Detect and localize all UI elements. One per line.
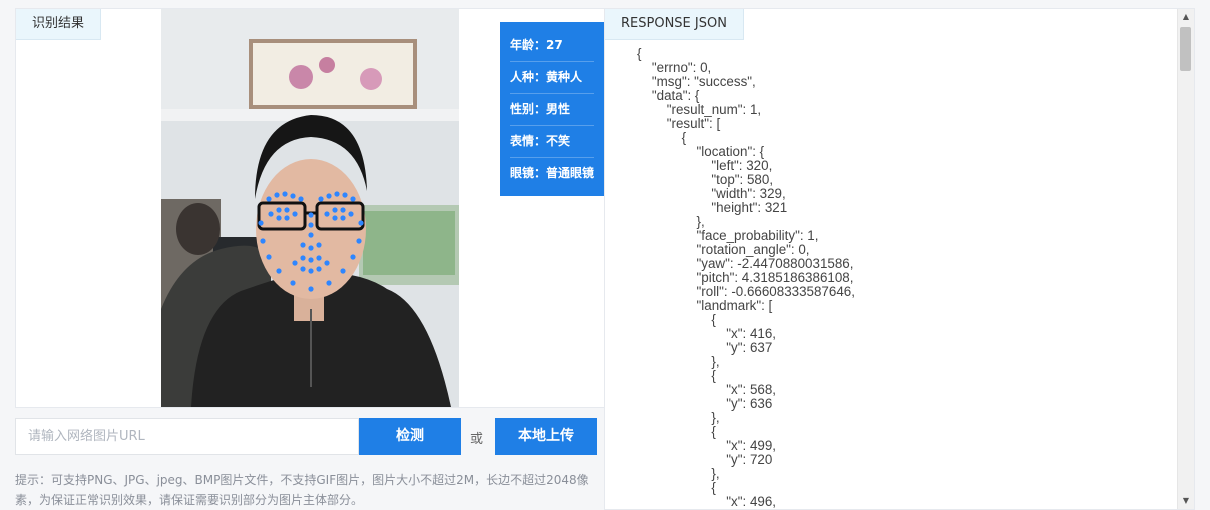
attr-race-value: 黄种人 — [546, 70, 583, 84]
landmark-dot — [358, 220, 364, 226]
landmark-dot — [308, 268, 314, 274]
image-url-input[interactable] — [15, 418, 359, 455]
landmark-dot — [276, 215, 282, 221]
attr-race-label: 人种 — [510, 70, 535, 84]
landmark-dot — [300, 242, 306, 248]
scrollbar-thumb[interactable] — [1180, 27, 1191, 71]
landmark-dot — [298, 196, 304, 202]
attr-age-label: 年龄 — [510, 38, 535, 52]
attr-glasses: 眼镜：普通眼镜 — [510, 166, 595, 180]
landmark-dot — [284, 207, 290, 213]
attr-gender-value: 男性 — [546, 102, 571, 116]
response-json-panel: RESPONSE JSON { "errno": 0, "msg": "succ… — [604, 8, 1195, 510]
landmark-dot — [258, 220, 264, 226]
landmark-dot — [276, 207, 282, 213]
landmark-dot — [300, 255, 306, 261]
landmark-dot — [292, 211, 298, 217]
local-upload-button[interactable]: 本地上传 — [495, 418, 597, 455]
landmark-dot — [308, 257, 314, 263]
landmark-dot — [326, 280, 332, 286]
landmark-dot — [324, 211, 330, 217]
landmark-dot — [268, 211, 274, 217]
landmark-dot — [266, 196, 272, 202]
landmark-dot — [342, 192, 348, 198]
landmark-dot — [274, 192, 280, 198]
attr-glasses-value: 普通眼镜 — [546, 166, 595, 180]
landmark-dot — [316, 266, 322, 272]
landmark-dot — [308, 286, 314, 292]
landmark-dot — [308, 222, 314, 228]
json-viewer[interactable]: { "errno": 0, "msg": "success", "data": … — [605, 47, 1178, 509]
landmark-dot — [282, 191, 288, 197]
response-json-tag: RESPONSE JSON — [605, 9, 744, 40]
result-tag: 识别结果 — [16, 9, 102, 40]
attributes-box: 年龄：27 人种：黄种人 性别：男性 表情：不笑 眼镜：普通眼镜 — [500, 22, 604, 196]
landmark-dot — [260, 238, 266, 244]
landmark-dot — [316, 255, 322, 261]
landmark-dot — [290, 193, 296, 199]
landmark-dot — [318, 196, 324, 202]
attr-expression: 表情：不笑 — [510, 126, 594, 158]
landmark-dot — [340, 207, 346, 213]
landmark-dot — [324, 260, 330, 266]
attr-gender-label: 性别 — [510, 102, 535, 116]
landmark-dot — [290, 280, 296, 286]
attr-age: 年龄：27 — [510, 30, 594, 62]
scroll-down-icon[interactable]: ▼ — [1178, 493, 1194, 509]
attr-expression-value: 不笑 — [546, 134, 571, 148]
landmark-dot — [276, 268, 282, 274]
landmark-dot — [340, 268, 346, 274]
scroll-up-icon[interactable]: ▲ — [1178, 9, 1194, 25]
detect-button[interactable]: 检测 — [359, 418, 461, 455]
landmark-dot — [332, 207, 338, 213]
face-photo — [161, 9, 459, 407]
landmark-dot — [308, 212, 314, 218]
landmark-dot — [350, 254, 356, 260]
landmark-dot — [326, 193, 332, 199]
attr-age-value: 27 — [546, 38, 563, 52]
attr-expression-label: 表情 — [510, 134, 535, 148]
attr-glasses-label: 眼镜 — [510, 166, 535, 180]
attr-race: 人种：黄种人 — [510, 62, 594, 94]
landmark-dot — [284, 215, 290, 221]
result-panel: 识别结果 年龄：27 人种：黄种人 性别：男性 表情：不笑 眼镜：普通眼镜 — [15, 8, 606, 408]
landmark-dot — [340, 215, 346, 221]
landmark-dot — [348, 211, 354, 217]
or-text: 或 — [470, 432, 484, 447]
landmark-dot — [356, 238, 362, 244]
landmark-dot — [308, 245, 314, 251]
landmark-dot — [332, 215, 338, 221]
landmark-dot — [300, 266, 306, 272]
attr-gender: 性别：男性 — [510, 94, 594, 126]
json-content: { "errno": 0, "msg": "success", "data": … — [637, 47, 855, 509]
landmark-dot — [266, 254, 272, 260]
landmark-dot — [292, 260, 298, 266]
landmark-dot — [350, 196, 356, 202]
landmark-dot — [308, 232, 314, 238]
upload-hint: 提示：可支持PNG、JPG、jpeg、BMP图片文件，不支持GIF图片，图片大小… — [15, 473, 589, 507]
landmark-dot — [334, 191, 340, 197]
json-scrollbar[interactable]: ▲ ▼ — [1177, 9, 1194, 509]
landmark-dot — [316, 242, 322, 248]
